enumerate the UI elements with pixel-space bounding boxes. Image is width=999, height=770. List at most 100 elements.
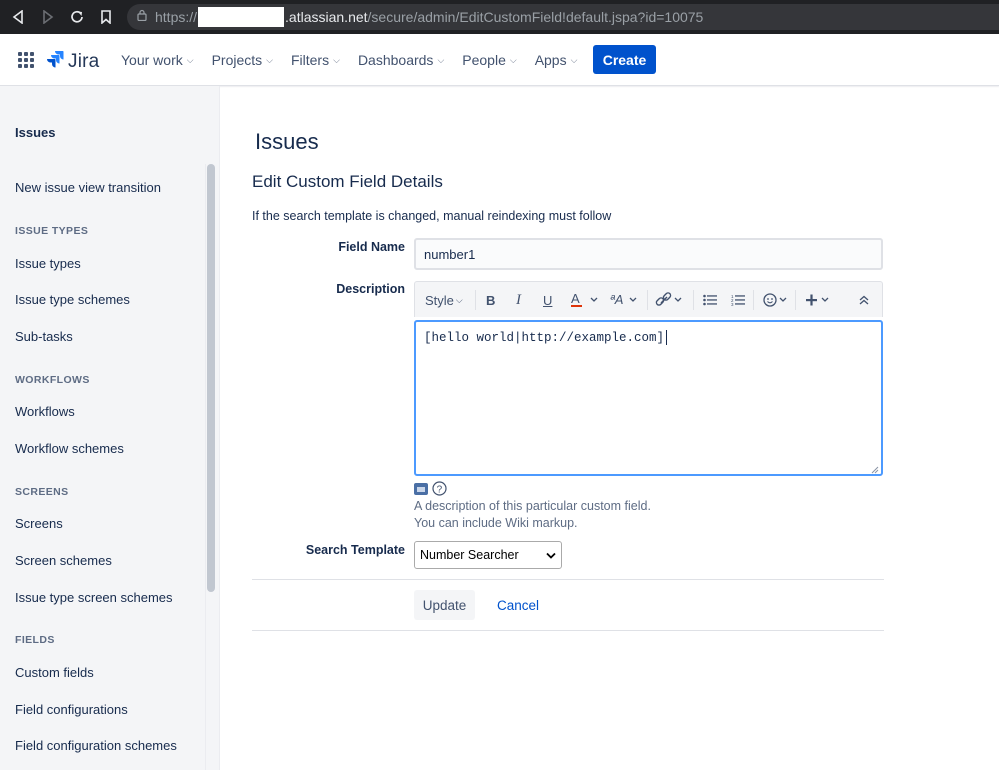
insert-plus-icon[interactable] [805,282,833,318]
back-icon[interactable] [4,0,32,34]
chevron-down-icon [546,548,556,562]
sidebar-heading: Issues [15,125,56,140]
chevron-down-icon: ⌵ [570,54,578,65]
sidebar-scroll-track [205,164,206,770]
sidebar-item-sub-tasks[interactable]: Sub-tasks [15,329,73,344]
toolbar-divider [693,290,694,310]
chevron-down-icon: ⌵ [266,54,273,65]
bullet-list-icon[interactable] [703,282,717,318]
italic-icon[interactable]: I [516,282,521,318]
text-effects-icon[interactable]: ªA [610,282,640,318]
field-name-input[interactable]: number1 [414,238,883,270]
resize-handle-icon[interactable] [871,464,879,474]
text-color-icon[interactable]: A [571,282,601,318]
browser-bar: https:// .atlassian.net /secure/admin/Ed… [0,0,999,34]
form-title: Edit Custom Field Details [252,172,443,191]
style-dropdown[interactable]: Style ⌵ [425,282,463,318]
sidebar-item-custom-fields[interactable]: Custom fields [15,665,94,680]
menu-label: People [462,52,506,68]
search-template-label: Search Template [305,543,405,557]
menu-label: Dashboards [357,52,434,68]
url-redaction [198,7,285,27]
sidebar-item-field-configuration-schemes[interactable]: Field configuration schemes [15,738,177,753]
menu-apps[interactable]: Apps ⌵ [526,34,587,86]
numbered-list-icon[interactable]: 123 [731,282,745,318]
main-menu: Your work ⌵ Projects ⌵ Filters ⌵ Dashboards… [112,34,586,86]
emoji-icon[interactable] [763,282,791,318]
form-divider-top [252,579,884,580]
svg-text:A: A [571,291,580,306]
sidebar-item-workflow-schemes[interactable]: Workflow schemes [15,441,124,456]
toolbar-divider [475,290,476,310]
sidebar-section-screens: SCREENS [15,486,69,498]
url-bar[interactable]: https:// .atlassian.net /secure/admin/Ed… [127,4,999,30]
menu-people[interactable]: People ⌵ [453,34,525,86]
sidebar-item-screens[interactable]: Screens [15,516,63,531]
update-button[interactable]: Update [414,590,475,620]
menu-label: Filters [290,52,330,68]
reindex-notice: If the search template is changed, manua… [252,209,612,223]
url-path: /secure/admin/EditCustomField!default.js… [367,9,704,25]
top-navigation: Jira Your work ⌵ Projects ⌵ Filters ⌵ Dashb… [0,34,999,86]
url-text: https:// .atlassian.net /secure/admin/Ed… [155,7,703,27]
menu-your-work[interactable]: Your work ⌵ [112,34,203,86]
menu-projects[interactable]: Projects ⌵ [203,34,282,86]
reload-icon[interactable] [63,0,91,34]
sidebar-item-new-issue-view-transition[interactable]: New issue view transition [15,180,161,195]
chevron-down-icon: ⌵ [333,54,340,65]
chevron-down-icon: ⌵ [509,54,517,65]
description-value: [hello world|http://example.com] [424,330,665,345]
toolbar-divider [795,290,796,310]
description-textarea[interactable]: [hello world|http://example.com] [414,320,883,476]
search-template-select[interactable]: Number Searcher [414,541,562,569]
page-title: Issues [255,129,319,154]
jira-logo[interactable]: Jira [46,50,99,73]
url-scheme: https:// [155,9,198,25]
description-help-line: A description of this particular custom … [414,499,651,513]
menu-dashboards[interactable]: Dashboards ⌵ [349,34,453,86]
jira-logo-icon [46,50,64,73]
cancel-link[interactable]: Cancel [497,598,539,613]
menu-label: Your work [121,52,183,68]
chevron-down-icon: ⌵ [455,294,463,305]
field-name-value: number1 [424,246,476,262]
sidebar-item-issue-type-schemes[interactable]: Issue type schemes [15,292,130,307]
menu-label: Apps [534,52,567,68]
jira-logo-text: Jira [68,50,100,72]
sidebar-section-issue-types: ISSUE TYPES [15,225,89,237]
sidebar-section-workflows: WORKFLOWS [15,374,90,386]
toolbar-divider [753,290,754,310]
menu-filters[interactable]: Filters ⌵ [282,34,349,86]
chevron-down-icon: ⌵ [437,54,445,65]
sidebar-item-issue-type-screen-schemes[interactable]: Issue type screen schemes [15,590,173,605]
description-help-line: You can include Wiki markup. [414,516,578,530]
collapse-toolbar-icon[interactable] [858,282,870,318]
bold-icon[interactable]: B [486,282,495,318]
description-label: Description [336,282,405,296]
underline-icon[interactable]: U [543,282,552,318]
svg-text:ªA: ªA [610,292,623,307]
bookmark-icon[interactable] [92,0,120,34]
editor-toolbar: Style ⌵ B I U A ªA 123 [414,281,883,317]
svg-text:?: ? [437,484,443,495]
app-switcher-icon[interactable] [18,52,34,68]
forward-icon[interactable] [34,0,62,34]
sidebar-item-screen-schemes[interactable]: Screen schemes [15,553,112,568]
create-button[interactable]: Create [593,45,656,74]
svg-text:3: 3 [731,302,734,306]
admin-sidebar: Issues New issue view transition ISSUE T… [0,86,220,770]
style-label: Style [425,292,454,308]
toolbar-divider [647,290,648,310]
sidebar-section-fields: FIELDS [15,634,55,646]
url-host: .atlassian.net [285,9,368,25]
sidebar-item-workflows[interactable]: Workflows [15,404,75,419]
sidebar-scrollbar[interactable] [207,164,215,592]
sidebar-item-field-configurations[interactable]: Field configurations [15,702,128,717]
chevron-down-icon: ⌵ [186,54,194,65]
form-divider-bottom [252,630,884,631]
menu-label: Projects [211,52,263,68]
field-name-label: Field Name [338,240,405,254]
link-icon[interactable] [655,282,685,318]
description-help-text: A description of this particular custom … [414,498,651,532]
sidebar-item-issue-types[interactable]: Issue types [15,256,81,271]
